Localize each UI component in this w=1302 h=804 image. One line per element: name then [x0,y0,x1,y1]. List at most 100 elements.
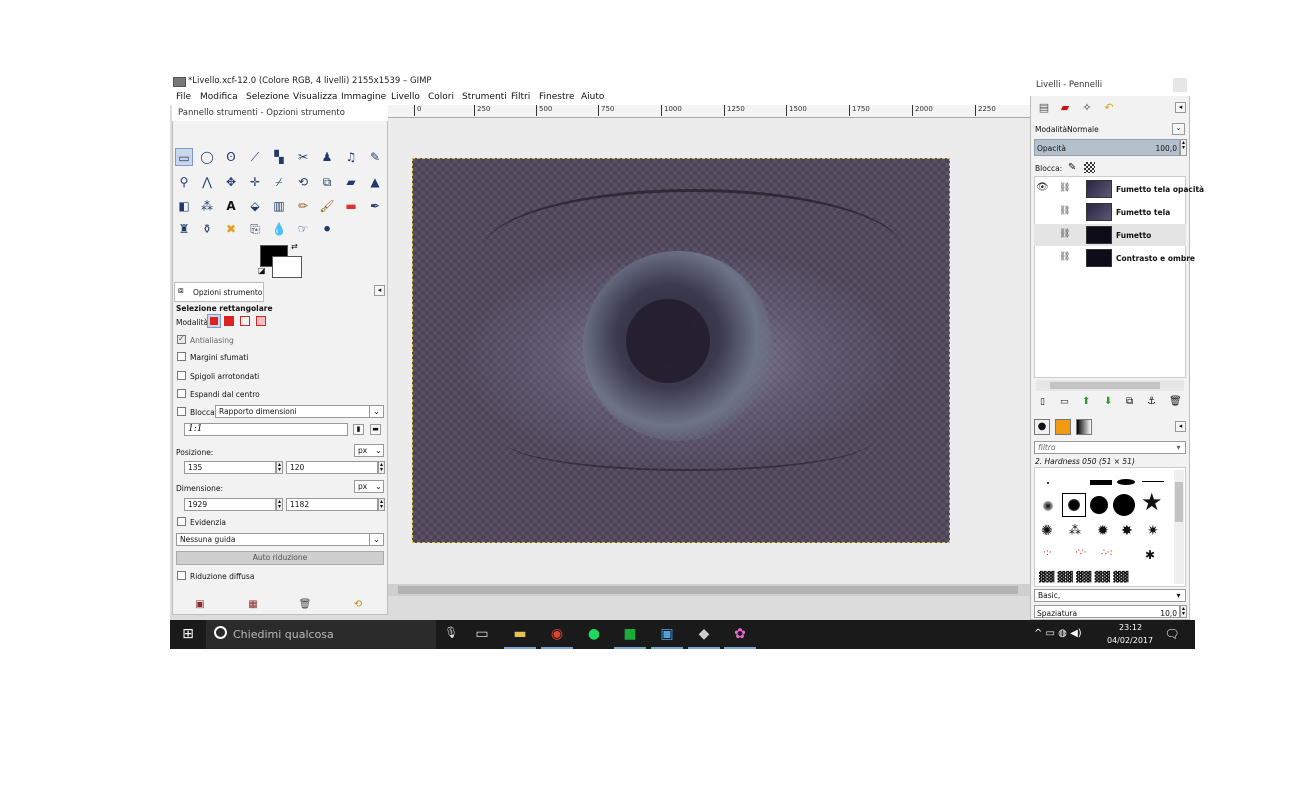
antialiasing-checkbox[interactable] [177,334,186,344]
mode-subtract-button[interactable] [240,316,250,326]
new-layer-icon[interactable]: ▯ [1040,397,1045,407]
measure-tool-icon[interactable]: ⋀ [198,173,216,191]
task-view-icon[interactable]: ▭ [466,620,498,649]
panel-menu-icon[interactable]: ◂ [1175,421,1186,432]
menu-modifica[interactable]: Modifica [200,92,238,102]
cortana-search-box[interactable]: Chiedimi qualcosa 🎙 [206,620,458,649]
chain-link-icon[interactable]: ⛓ [1059,229,1070,239]
size-width-input[interactable]: 1929 [184,498,276,511]
menu-livello[interactable]: Livello [391,92,420,102]
close-icon[interactable] [1173,78,1187,92]
menu-strumenti[interactable]: Strumenti [462,92,507,102]
tab-paths-icon[interactable]: ✧ [1078,100,1096,116]
app-blue-icon[interactable]: ▣ [651,620,683,649]
size-unit-dropdown[interactable]: px ⌄ [354,480,384,493]
size-height-spinner[interactable]: ▴ ▾ [378,498,385,511]
tab-patterns-icon[interactable] [1055,419,1071,435]
layer-mode-value[interactable]: Normale [1067,125,1099,134]
lock-pixels-icon[interactable]: ✎ [1068,162,1076,173]
layer-row[interactable]: ⛓ Contrasto e ombre [1034,247,1195,269]
shrink-merged-checkbox[interactable] [177,571,186,580]
opacity-spinner[interactable]: ▴ ▾ [1180,139,1187,156]
swap-colors-icon[interactable]: ⇄ [291,242,298,251]
raise-layer-icon[interactable]: ⬆ [1082,396,1090,407]
clock-time[interactable]: 23:12 [1119,623,1142,632]
gimp-taskbar-icon[interactable]: ◆ [688,620,720,649]
blur-tool-icon[interactable]: 💧 [270,220,288,238]
background-color-swatch[interactable] [272,256,302,278]
spacing-slider[interactable]: Spaziatura 10,0 [1034,605,1180,618]
menu-filtri[interactable]: Filtri [511,92,530,102]
chain-link-icon[interactable]: ⛓ [1059,206,1070,216]
heal-tool-icon[interactable]: ✖ [222,220,240,238]
chrome-icon[interactable]: ◉ [541,620,573,649]
spotify-icon[interactable]: ● [578,620,610,649]
position-x-input[interactable]: 135 [184,461,276,474]
chain-link-icon[interactable]: ⛓ [1059,252,1070,262]
windows-start-icon[interactable]: ⊞ [172,620,204,649]
image-canvas[interactable] [412,158,950,543]
tab-channels-icon[interactable]: ▰ [1056,100,1074,116]
menu-file[interactable]: File [176,92,191,102]
bucket-fill-tool-icon[interactable]: ⬙ [246,197,264,215]
zoom-tool-icon[interactable]: ⚲ [175,173,193,191]
reset-options-icon[interactable]: ⟲ [351,599,365,611]
microphone-icon[interactable]: 🎙 [444,626,458,639]
ink-tool-icon[interactable]: ♜ [175,220,193,238]
layer-row[interactable]: ⛓ Fumetto tela [1034,201,1186,223]
text-tool-icon[interactable]: A [222,197,240,215]
horizontal-scrollbar[interactable] [388,584,1030,596]
chevron-down-icon[interactable]: ⌄ [1172,123,1185,135]
scissors-tool-icon[interactable]: ✂ [294,148,312,166]
guides-dropdown[interactable]: Nessuna guida ⌄ [176,533,384,546]
fuzzy-select-tool-icon[interactable]: ⟋ [246,148,264,166]
eraser-tool-icon[interactable]: ▬ [342,197,360,215]
menu-finestre[interactable]: Finestre [539,92,575,102]
brush-category-dropdown[interactable]: Basic, ▾ [1034,589,1186,602]
menu-colori[interactable]: Colori [428,92,454,102]
new-layer-group-icon[interactable]: ▭ [1060,397,1069,407]
color-picker-tool-icon[interactable]: ✎ [366,148,384,166]
mode-replace-button[interactable] [207,314,221,328]
notifications-icon[interactable]: 🗨 [1156,620,1188,649]
position-y-spinner[interactable]: ▴ ▾ [378,461,385,474]
auto-shrink-button[interactable]: Auto riduzione [176,551,384,565]
lower-layer-icon[interactable]: ⬇ [1104,396,1112,407]
rect-select-tool-icon[interactable]: ▭ [175,148,193,166]
file-explorer-icon[interactable]: ▬ [504,620,536,649]
position-x-spinner[interactable]: ▴ ▾ [276,461,283,474]
visibility-eye-icon[interactable]: 👁 [1036,182,1049,193]
opacity-slider[interactable]: Opacità 100,0 [1034,139,1180,156]
layer-row[interactable]: ⛓ Fumetto [1034,224,1186,246]
menu-selezione[interactable]: Selezione [246,92,289,102]
mode-intersect-button[interactable] [256,316,266,326]
chain-link-icon[interactable]: ⛓ [1059,183,1070,193]
delete-layer-icon[interactable]: 🗑 [1169,396,1182,407]
scale-tool-icon[interactable]: ⧉ [318,173,336,191]
paintbrush-tool-icon[interactable]: 🖌 [318,197,336,215]
perspective-tool-icon[interactable]: ▲ [366,173,384,191]
cage-tool-icon[interactable]: ⁂ [198,197,216,215]
tab-brushes-icon[interactable]: ● [1034,419,1050,435]
spacing-spinner[interactable]: ▴ ▾ [1180,605,1187,618]
blend-tool-icon[interactable]: ▥ [270,197,288,215]
panel-menu-icon[interactable]: ◂ [1175,102,1186,113]
size-height-input[interactable]: 1182 [286,498,378,511]
position-y-input[interactable]: 120 [286,461,378,474]
restore-options-icon[interactable]: ▦ [246,599,260,611]
delete-options-icon[interactable]: 🗑 [298,599,312,611]
rounded-corners-checkbox[interactable] [177,371,186,380]
shear-tool-icon[interactable]: ▰ [342,173,360,191]
mode-add-button[interactable] [224,316,234,326]
rotate-tool-icon[interactable]: ⟲ [294,173,312,191]
app-green-icon[interactable]: ■ [614,620,646,649]
pencil-tool-icon[interactable]: ✏ [294,197,312,215]
scroll-thumb[interactable] [398,586,1018,594]
menu-visualizza[interactable]: Visualizza [293,92,337,102]
position-unit-dropdown[interactable]: px ⌄ [354,444,384,457]
menu-immagine[interactable]: Immagine [341,92,386,102]
fixed-checkbox[interactable] [177,407,186,416]
crop-tool-icon[interactable]: ⌿ [270,173,288,191]
move-tool-icon[interactable]: ✥ [222,173,240,191]
brush-grid[interactable]: ★ ✺ ⁂ ✹ ✸ ✷ ·:· ·∵· ∴·: ✱ ▓▓ ▓▓ ▓▓ ▓▓ ▓▓ [1034,467,1186,587]
